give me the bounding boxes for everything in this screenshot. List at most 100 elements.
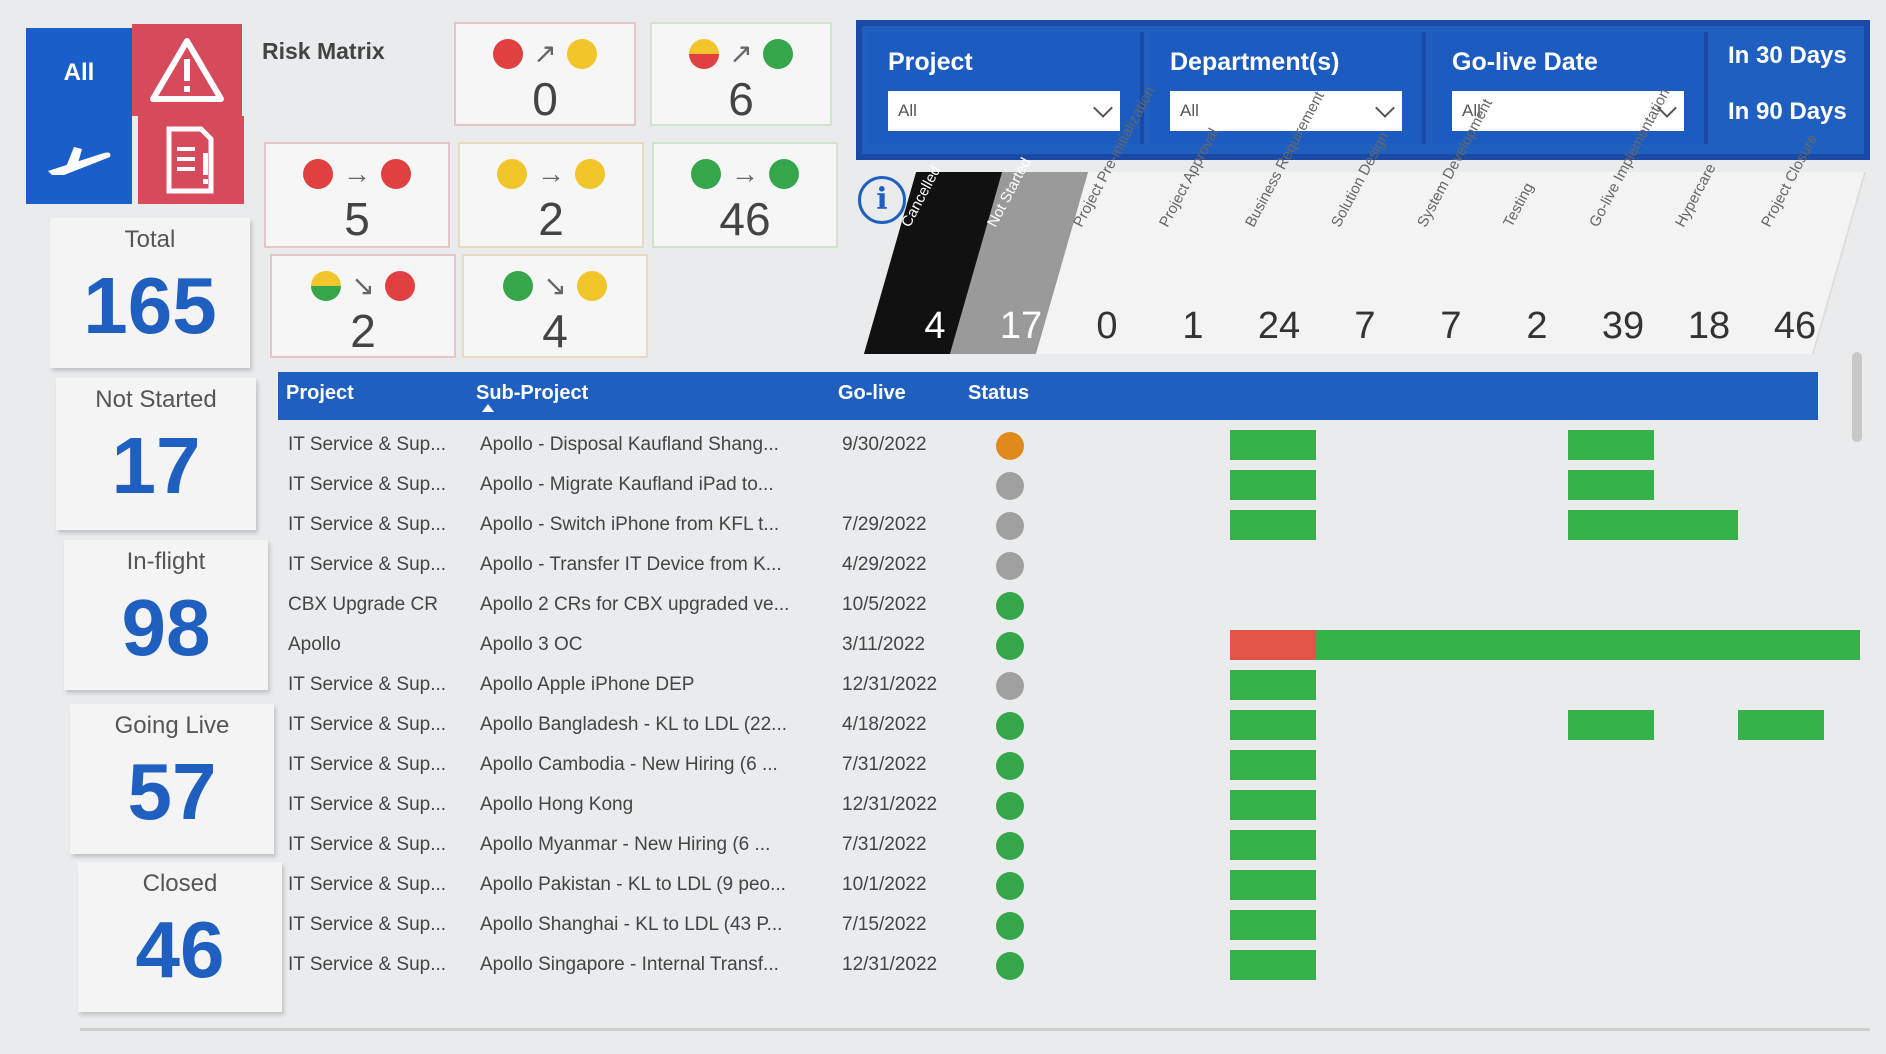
subproject-cell: Apollo Myanmar - New Hiring (6 ... — [480, 834, 771, 855]
gantt-bar — [1230, 470, 1316, 500]
table-row[interactable]: IT Service & Sup... Apollo - Transfer IT… — [278, 546, 1818, 586]
status-dot-icon — [996, 552, 1024, 580]
project-cell: IT Service & Sup... — [288, 474, 447, 495]
risk-count: 6 — [728, 73, 754, 125]
department-dropdown[interactable]: All — [1170, 91, 1402, 131]
kpi-closed[interactable]: Closed 46 — [78, 862, 282, 1012]
risk-nav-button[interactable] — [132, 24, 242, 116]
airplane-icon — [48, 147, 111, 175]
kpi-label: In-flight — [126, 548, 206, 575]
risk-transition: ↘ — [464, 270, 646, 302]
project-cell: CBX Upgrade CR — [288, 594, 438, 615]
arrow-icon: ↘ — [543, 270, 567, 301]
project-cell: IT Service & Sup... — [288, 834, 447, 855]
risk-cell[interactable]: ↗ 6 — [650, 22, 832, 126]
gantt-bar — [1230, 870, 1316, 900]
project-dropdown-value: All — [898, 101, 917, 120]
table-row[interactable]: IT Service & Sup... Apollo Cambodia - Ne… — [278, 746, 1818, 786]
status-dot-icon — [493, 39, 524, 69]
gantt-bar — [1316, 630, 1860, 660]
arrow-icon: → — [537, 158, 565, 189]
status-dot-icon — [996, 632, 1024, 660]
table-row[interactable]: IT Service & Sup... Apollo - Disposal Ka… — [278, 426, 1818, 466]
status-dot-icon — [384, 271, 415, 301]
status-dot-icon — [769, 159, 799, 189]
in-30-days-button[interactable]: In 30 Days — [1728, 42, 1847, 70]
golive-cell: 10/5/2022 — [842, 594, 927, 615]
table-header: Project Sub-Project Go-live Status — [278, 372, 1818, 420]
column-header-golive[interactable]: Go-live — [838, 382, 906, 405]
column-header-status[interactable]: Status — [968, 382, 1029, 405]
table-row[interactable]: IT Service & Sup... Apollo - Switch iPho… — [278, 506, 1818, 546]
risk-cell[interactable]: → 46 — [652, 142, 838, 248]
status-dot-icon — [996, 792, 1024, 820]
gantt-bar — [1568, 430, 1654, 460]
status-dot-icon — [996, 912, 1024, 940]
status-dot-icon — [996, 472, 1024, 500]
sort-ascending-icon — [482, 404, 494, 412]
risk-count: 2 — [350, 305, 376, 357]
divider — [80, 1028, 1870, 1031]
kpi-total[interactable]: Total 165 — [50, 218, 250, 368]
table-row[interactable]: IT Service & Sup... Apollo Shanghai - KL… — [278, 906, 1818, 946]
status-dot-icon — [311, 271, 342, 301]
status-dot-icon — [996, 432, 1024, 460]
subproject-cell: Apollo Bangladesh - KL to LDL (22... — [480, 714, 788, 735]
risk-transition: → — [460, 158, 642, 190]
column-header-project[interactable]: Project — [286, 382, 354, 405]
kpi-label: Total — [124, 226, 176, 253]
subproject-cell: Apollo - Migrate Kaufland iPad to... — [480, 474, 774, 495]
table-row[interactable]: IT Service & Sup... Apollo Singapore - I… — [278, 946, 1818, 986]
status-dot-icon — [381, 159, 411, 189]
status-dot-icon — [576, 271, 607, 301]
report-nav-button[interactable] — [138, 116, 244, 204]
risk-cell[interactable]: → 2 — [458, 142, 644, 248]
project-cell: IT Service & Sup... — [288, 874, 447, 895]
project-cell: IT Service & Sup... — [288, 714, 447, 735]
gantt-bar — [1230, 510, 1316, 540]
project-dropdown[interactable]: All — [888, 91, 1120, 131]
table-row[interactable]: IT Service & Sup... Apollo Apple iPhone … — [278, 666, 1818, 706]
project-filter-label: Project — [888, 48, 973, 76]
status-dot-icon — [996, 672, 1024, 700]
column-header-subproject[interactable]: Sub-Project — [476, 382, 588, 405]
golive-cell: 10/1/2022 — [842, 874, 927, 895]
table-row[interactable]: Apollo Apollo 3 OC 3/11/2022 — [278, 626, 1860, 666]
kpi-not-started[interactable]: Not Started 17 — [56, 378, 256, 530]
gantt-bar — [1230, 430, 1316, 460]
gantt-bar — [1230, 710, 1316, 740]
arrow-icon: ↘ — [351, 270, 375, 301]
all-button[interactable]: All — [26, 28, 132, 118]
golive-cell: 12/31/2022 — [842, 674, 938, 695]
risk-transition: ↗ — [652, 38, 830, 70]
table-row[interactable]: IT Service & Sup... Apollo Bangladesh - … — [278, 706, 1824, 746]
kpi-going-live[interactable]: Going Live 57 — [70, 704, 274, 854]
risk-cell[interactable]: ↘ 4 — [462, 254, 648, 358]
project-cell: IT Service & Sup... — [288, 434, 447, 455]
department-dropdown-value: All — [1180, 101, 1199, 120]
stage-column[interactable]: Project Closure 46 — [1723, 131, 1867, 354]
table-row[interactable]: IT Service & Sup... Apollo Hong Kong 12/… — [278, 786, 1818, 826]
scrollbar[interactable] — [1852, 352, 1862, 442]
risk-cell[interactable]: → 5 — [264, 142, 450, 248]
project-filter: Project All — [868, 32, 1144, 144]
project-cell: IT Service & Sup... — [288, 514, 447, 535]
status-dot-icon — [691, 159, 721, 189]
table-row[interactable]: IT Service & Sup... Apollo Pakistan - KL… — [278, 866, 1818, 906]
risk-matrix-title: Risk Matrix — [262, 38, 385, 64]
gantt-bar — [1230, 630, 1316, 660]
gantt-bar — [1568, 510, 1738, 540]
warning-icon — [150, 38, 224, 102]
project-cell: IT Service & Sup... — [288, 914, 447, 935]
all-label: All — [63, 59, 95, 86]
risk-cell[interactable]: ↗ 0 — [454, 22, 636, 126]
table-row[interactable]: IT Service & Sup... Apollo Myanmar - New… — [278, 826, 1818, 866]
kpi-value: 46 — [135, 905, 225, 994]
status-dot-icon — [996, 952, 1024, 980]
risk-cell[interactable]: ↘ 2 — [270, 254, 456, 358]
kpi-in-flight[interactable]: In-flight 98 — [64, 540, 268, 690]
table-row[interactable]: CBX Upgrade CR Apollo 2 CRs for CBX upgr… — [278, 586, 1818, 626]
going-live-nav-button[interactable] — [26, 118, 132, 204]
table-row[interactable]: IT Service & Sup... Apollo - Migrate Kau… — [278, 466, 1818, 506]
status-dot-icon — [497, 159, 527, 189]
